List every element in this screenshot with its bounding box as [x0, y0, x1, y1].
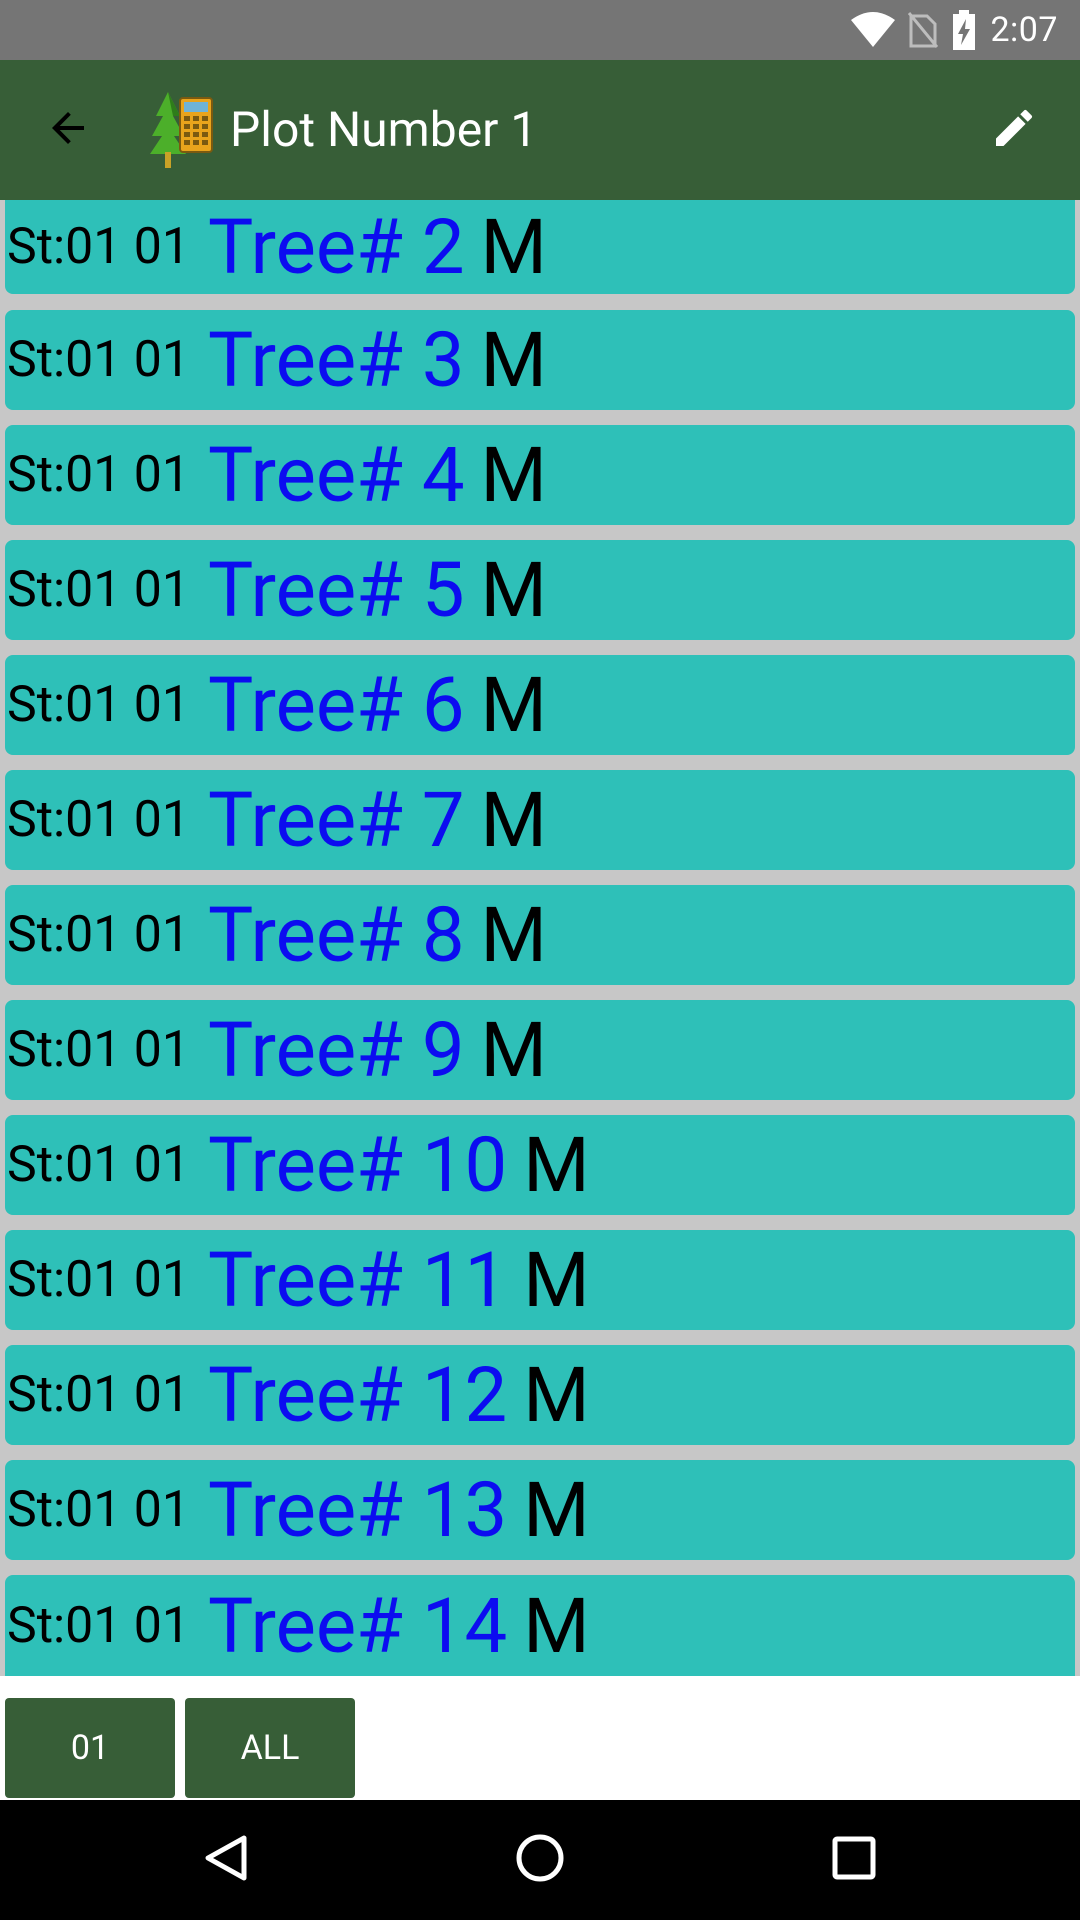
- stand-plot-label: St:01 01: [7, 1021, 190, 1079]
- stand-plot-label: St:01 01: [7, 1136, 190, 1194]
- tree-status: M: [480, 890, 547, 980]
- tree-list-item[interactable]: St:01 01 Tree# 8 M: [5, 885, 1075, 985]
- status-icons: 2:07: [850, 0, 1058, 60]
- system-nav-bar: [0, 1800, 1080, 1920]
- filter-all-button[interactable]: ALL: [185, 1698, 355, 1798]
- stand-plot-label: St:01 01: [7, 1596, 190, 1655]
- pencil-edit-icon: [990, 104, 1038, 156]
- nav-back-icon: [200, 1832, 252, 1888]
- nav-back-button[interactable]: [186, 1820, 266, 1900]
- tree-list-item[interactable]: St:01 01 Tree# 7 M: [5, 770, 1075, 870]
- tree-number: Tree# 3: [207, 315, 465, 405]
- tree-number: Tree# 9: [207, 1005, 465, 1095]
- tree-status: M: [523, 1580, 590, 1671]
- tree-status: M: [480, 660, 547, 750]
- tree-number: Tree# 2: [207, 202, 465, 292]
- tree-list-item[interactable]: St:01 01 Tree# 12 M: [5, 1345, 1075, 1445]
- stand-plot-label: St:01 01: [7, 1481, 190, 1539]
- tree-list-item[interactable]: St:01 01 Tree# 3 M: [5, 310, 1075, 410]
- tree-number: Tree# 8: [207, 890, 465, 980]
- tree-list-item[interactable]: St:01 01 Tree# 13 M: [5, 1460, 1075, 1560]
- tree-status: M: [523, 1235, 590, 1325]
- tree-number: Tree# 12: [207, 1350, 508, 1440]
- nav-home-icon: [514, 1832, 566, 1888]
- wifi-icon: [850, 12, 896, 48]
- tree-number: Tree# 4: [207, 430, 465, 520]
- stand-plot-label: St:01 01: [7, 561, 190, 619]
- tree-status: M: [523, 1350, 590, 1440]
- tree-status: M: [480, 315, 547, 405]
- status-time: 2:07: [990, 10, 1058, 50]
- tree-status: M: [480, 775, 547, 865]
- stand-plot-label: St:01 01: [7, 218, 190, 276]
- no-sim-icon: [908, 12, 939, 48]
- tree-status: M: [480, 202, 547, 292]
- tree-number: Tree# 10: [207, 1120, 508, 1210]
- tree-status: M: [480, 1005, 547, 1095]
- tree-list-item[interactable]: St:01 01 Tree# 2 M: [5, 200, 1075, 294]
- tree-list-item[interactable]: St:01 01 Tree# 4 M: [5, 425, 1075, 525]
- tree-status: M: [480, 545, 547, 635]
- tree-status: M: [480, 430, 547, 520]
- tree-list-item[interactable]: St:01 01 Tree# 9 M: [5, 1000, 1075, 1100]
- tree-number: Tree# 7: [207, 775, 465, 865]
- tree-number: Tree# 11: [207, 1235, 508, 1325]
- stand-plot-label: St:01 01: [7, 331, 190, 389]
- tree-number: Tree# 5: [207, 545, 465, 635]
- tree-list-item[interactable]: St:01 01 Tree# 11 M: [5, 1230, 1075, 1330]
- tree-number: Tree# 14: [207, 1580, 508, 1671]
- tree-list-item[interactable]: St:01 01 Tree# 10 M: [5, 1115, 1075, 1215]
- stand-plot-label: St:01 01: [7, 1366, 190, 1424]
- status-bar: 2:07: [0, 0, 1080, 60]
- nav-home-button[interactable]: [500, 1820, 580, 1900]
- battery-charging-icon: [952, 10, 976, 50]
- arrow-back-icon: [44, 104, 92, 156]
- tree-number: Tree# 13: [207, 1465, 508, 1555]
- edit-button[interactable]: [976, 92, 1052, 168]
- tree-number: Tree# 6: [207, 660, 465, 750]
- app-bar: Plot Number 1: [0, 60, 1080, 200]
- nav-recents-icon: [830, 1834, 878, 1886]
- tree-calculator-logo: [150, 90, 216, 170]
- stand-plot-label: St:01 01: [7, 906, 190, 964]
- tree-list-item[interactable]: St:01 01 Tree# 6 M: [5, 655, 1075, 755]
- tree-list-item[interactable]: St:01 01 Tree# 14 M: [5, 1575, 1075, 1676]
- stand-plot-label: St:01 01: [7, 791, 190, 849]
- stand-plot-label: St:01 01: [7, 446, 190, 504]
- filter-01-button[interactable]: 01: [5, 1698, 175, 1798]
- tree-status: M: [523, 1120, 590, 1210]
- bottom-button-bar: 01 ALL: [0, 1676, 1080, 1800]
- page-title: Plot Number 1: [230, 101, 538, 158]
- tree-list[interactable]: St:01 01 Tree# 2 M St:01 01 Tree# 3 M St…: [0, 200, 1080, 1676]
- tree-status: M: [523, 1465, 590, 1555]
- nav-recents-button[interactable]: [814, 1820, 894, 1900]
- tree-list-item[interactable]: St:01 01 Tree# 5 M: [5, 540, 1075, 640]
- stand-plot-label: St:01 01: [7, 676, 190, 734]
- back-button[interactable]: [30, 92, 106, 168]
- stand-plot-label: St:01 01: [7, 1251, 190, 1309]
